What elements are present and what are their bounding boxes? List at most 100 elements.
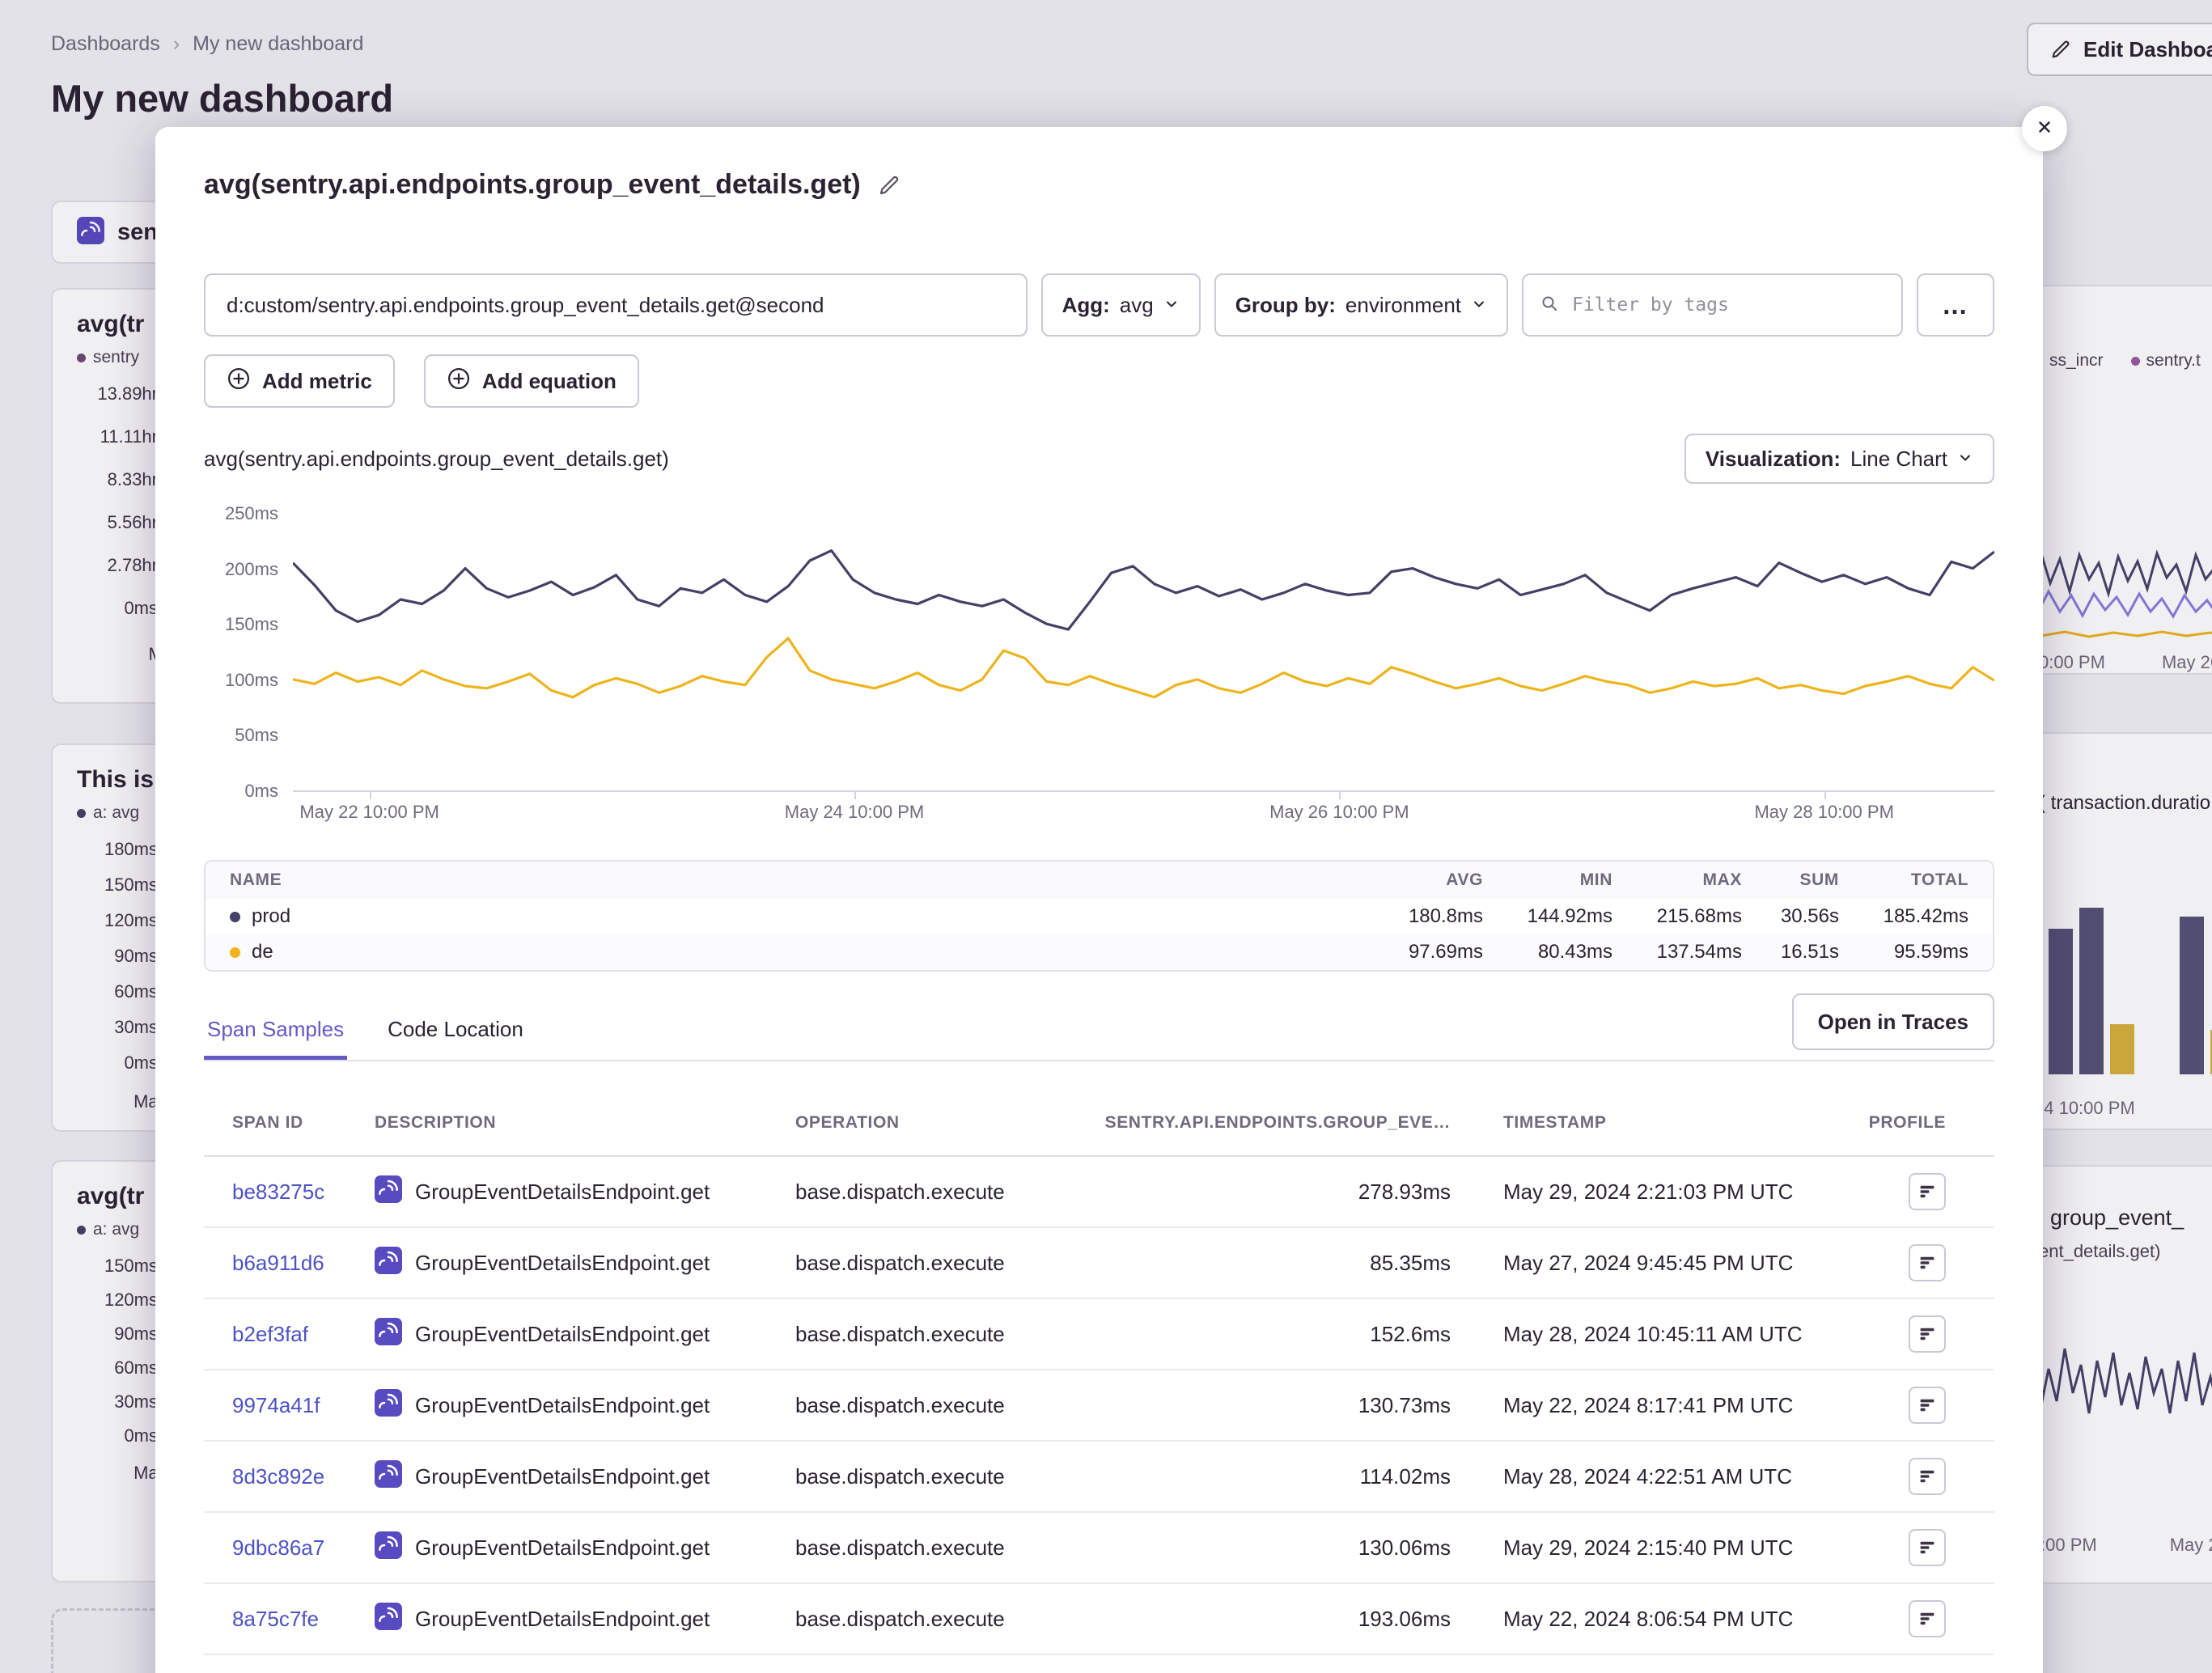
span-operation: base.dispatch.execute [795,1464,1083,1489]
span-description-label: GroupEventDetailsEndpoint.get [415,1393,710,1418]
summary-value: 215.68ms [1612,905,1742,928]
span-id-link[interactable]: be83275c [232,1180,375,1205]
edit-title-pencil-icon[interactable] [877,173,901,197]
add-equation-label: Add equation [482,369,617,394]
span-operation: base.dispatch.execute [795,1322,1083,1347]
chart-plot-area [293,513,1994,790]
summary-value: 144.92ms [1483,905,1612,928]
span-id-link[interactable]: 9974a41f [232,1393,375,1418]
span-id-link[interactable]: 8d3c892e [232,1464,375,1489]
span-description: GroupEventDetailsEndpoint.get [375,1460,795,1493]
col-timestamp: TIMESTAMP [1451,1113,1867,1133]
filter-by-tags-input[interactable] [1570,294,1885,316]
span-metric-value: 114.02ms [1083,1464,1451,1489]
span-id-link[interactable]: b6a911d6 [232,1251,375,1276]
profile-cell [1867,1458,1994,1495]
span-timestamp: May 22, 2024 8:06:54 PM UTC [1451,1607,1867,1632]
profile-button[interactable] [1909,1600,1946,1637]
summary-value: 16.51s [1742,941,1839,964]
span-id-link[interactable]: 9dbc86a7 [232,1535,375,1561]
span-operation: base.dispatch.execute [795,1535,1083,1561]
profile-cell [1867,1173,1994,1210]
span-id-link[interactable]: 8a75c7fe [232,1607,375,1632]
profile-button[interactable] [1909,1458,1946,1495]
close-modal-button[interactable] [2022,106,2067,151]
span-timestamp: May 28, 2024 4:22:51 AM UTC [1451,1464,1867,1489]
series-name-label: prod [252,905,290,928]
span-description-label: GroupEventDetailsEndpoint.get [415,1464,710,1489]
profile-icon [1917,1253,1937,1273]
col-total: TOTAL [1839,870,1968,890]
add-metric-label: Add metric [262,369,372,394]
span-metric-value: 130.73ms [1083,1393,1451,1418]
span-timestamp: May 28, 2024 10:45:11 AM UTC [1451,1322,1867,1347]
y-axis-label: 200ms [225,559,278,580]
summary-value: 95.59ms [1839,941,1968,964]
open-in-traces-button[interactable]: Open in Traces [1792,993,1994,1050]
visualization-value: Line Chart [1850,447,1947,472]
span-metric-value: 85.35ms [1083,1251,1451,1276]
col-min: MIN [1483,870,1612,890]
add-metric-button[interactable]: Add metric [204,354,395,408]
sentry-icon [375,1531,402,1565]
summary-value: 180.8ms [1362,905,1483,928]
x-axis-label: May 28 10:00 PM [1754,802,1893,823]
span-description-label: GroupEventDetailsEndpoint.get [415,1322,710,1347]
tab-code-location[interactable]: Code Location [384,1017,527,1060]
visualization-dropdown[interactable]: Visualization: Line Chart [1684,434,1994,484]
profile-button[interactable] [1909,1315,1946,1353]
y-axis-label: 100ms [225,670,278,691]
legend-dot [230,912,240,922]
y-axis-label: 250ms [225,503,278,524]
col-max: MAX [1612,870,1742,890]
table-row: 8d3c892e GroupEventDetailsEndpoint.get bas… [204,1442,1994,1513]
summary-row: prod180.8ms144.92ms215.68ms30.56s185.42m… [206,899,1993,934]
sentry-icon [375,1247,402,1280]
col-operation: OPERATION [795,1113,1083,1133]
metric-line-chart: 250ms200ms150ms100ms50ms0ms May 22 10:00… [204,513,1994,829]
groupby-label: Group by: [1235,293,1336,318]
summary-series-name: prod [230,905,1362,928]
summary-value: 185.42ms [1839,905,1968,928]
span-metric-value: 152.6ms [1083,1322,1451,1347]
profile-button[interactable] [1909,1244,1946,1281]
plus-circle-icon [447,366,471,396]
profile-button[interactable] [1909,1529,1946,1566]
detail-tabs: Span Samples Code Location Open in Trace… [204,1017,1994,1061]
span-description: GroupEventDetailsEndpoint.get [375,1175,795,1209]
profile-icon [1917,1396,1937,1415]
span-id-link[interactable]: b2ef3faf [232,1322,375,1347]
col-sum: SUM [1742,870,1839,890]
groupby-dropdown[interactable]: Group by: environment [1214,273,1508,337]
col-avg: AVG [1362,870,1483,890]
span-timestamp: May 29, 2024 2:21:03 PM UTC [1451,1180,1867,1205]
sentry-icon [375,1603,402,1636]
search-icon [1540,294,1559,317]
aggregate-dropdown[interactable]: Agg: avg [1041,273,1201,337]
profile-button[interactable] [1909,1387,1946,1424]
visualization-label: Visualization: [1706,447,1841,472]
span-description: GroupEventDetailsEndpoint.get [375,1318,795,1351]
series-summary-table: NAME AVG MIN MAX SUM TOTAL prod 180.8ms14… [204,860,1994,972]
screen: Dashboards › My new dashboard My new das… [0,0,2212,1673]
col-span-id: SPAN ID [232,1113,375,1133]
table-row: b6a911d6GroupEventDetailsEndpoint.getbas… [204,1228,1994,1299]
span-description-label: GroupEventDetailsEndpoint.get [415,1180,710,1205]
add-equation-button[interactable]: Add equation [424,354,639,408]
span-description: GroupEventDetailsEndpoint.get [375,1247,795,1280]
col-name: NAME [230,870,1362,890]
profile-cell [1867,1244,1994,1281]
span-operation: base.dispatch.execute [795,1180,1083,1205]
span-timestamp: May 29, 2024 2:15:40 PM UTC [1451,1535,1867,1561]
overflow-menu-button[interactable]: … [1917,273,1994,337]
tab-span-samples[interactable]: Span Samples [204,1017,347,1060]
sentry-icon [375,1389,402,1422]
span-description: GroupEventDetailsEndpoint.get [375,1603,795,1636]
y-axis-label: 150ms [225,614,278,635]
legend-dot [230,947,240,958]
profile-button[interactable] [1909,1173,1946,1210]
metric-query-input[interactable] [204,273,1028,337]
x-axis-label: May 26 10:00 PM [1269,802,1409,823]
sentry-icon [375,1460,402,1493]
filter-by-tags-box [1522,273,1903,337]
